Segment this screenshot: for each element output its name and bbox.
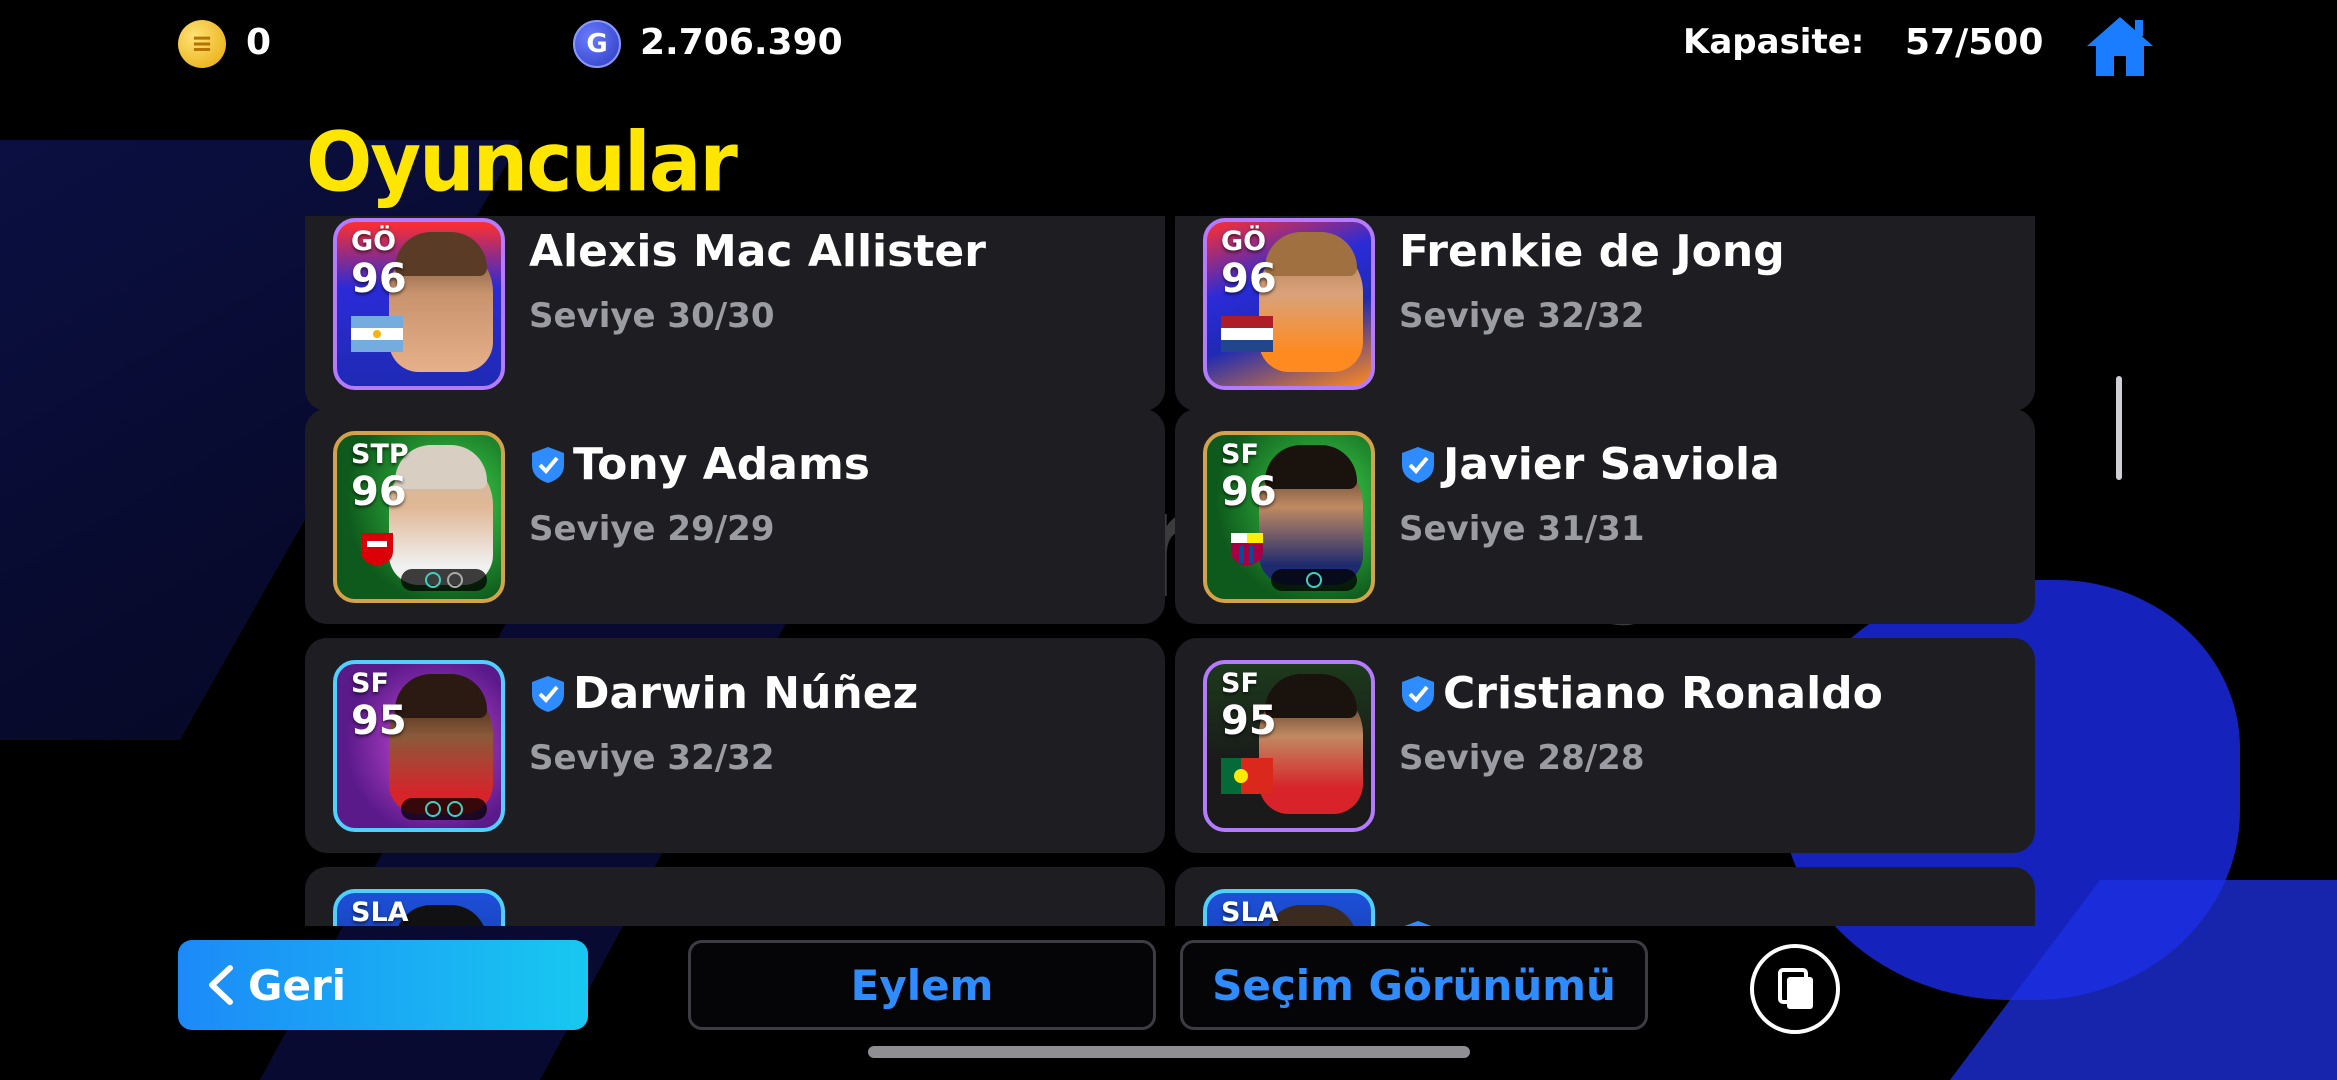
verified-shield-icon	[532, 675, 564, 712]
player-card[interactable]: GÖ 96 Frenkie de Jong Seviye 32/32	[1175, 216, 2035, 411]
scrollbar[interactable]	[2116, 376, 2122, 480]
chevron-left-icon	[209, 965, 233, 1005]
player-name-text: Alexis Mac Allister	[529, 226, 986, 277]
player-card[interactable]: SLA	[305, 867, 1165, 926]
player-hair	[395, 232, 487, 276]
argentina-flag-icon	[351, 316, 403, 352]
player-card[interactable]: SF 96 Javier Saviola Seviye 31/31	[1175, 409, 2035, 624]
player-hair	[1265, 674, 1357, 718]
selection-view-button-label: Seçim Görünümü	[1212, 960, 1616, 1010]
badge-icon	[425, 572, 441, 588]
player-name-text: Javier Saviola	[1443, 439, 1780, 490]
skill-badges	[401, 569, 487, 591]
player-avatar: GÖ 96	[1203, 218, 1375, 390]
player-position: SLA	[1221, 897, 1279, 926]
back-button[interactable]: Geri	[178, 940, 588, 1030]
back-button-label: Geri	[248, 960, 347, 1010]
player-rating: 96	[351, 256, 407, 302]
player-avatar: GÖ 96	[333, 218, 505, 390]
verified-shield-icon	[532, 446, 564, 483]
player-name-text: Darwin Núñez	[573, 668, 919, 719]
player-name-text: Frenkie de Jong	[1399, 226, 1785, 277]
player-rating: 96	[1221, 256, 1277, 302]
player-level: Seviye 30/30	[529, 296, 775, 336]
player-name-text: Tony Adams	[573, 439, 870, 490]
portugal-flag-icon	[1221, 758, 1273, 794]
player-name: Javier Saviola	[1399, 439, 1780, 490]
gp-symbol: G	[586, 29, 608, 59]
player-list[interactable]: GÖ 96 Alexis Mac Allister Seviye 30/30 GÖ…	[300, 216, 2040, 926]
player-avatar: SF 95	[1203, 660, 1375, 832]
player-position: SLA	[351, 897, 409, 926]
player-rating: 95	[1221, 698, 1277, 744]
player-level: Seviye 32/32	[1399, 296, 1645, 336]
player-level: Seviye 31/31	[1399, 509, 1645, 549]
player-card[interactable]: SF 95 Darwin Núñez Seviye 32/32	[305, 638, 1165, 853]
gp-icon: G	[573, 20, 621, 68]
player-rating: 95	[351, 698, 407, 744]
player-position: SF	[1221, 668, 1259, 699]
player-position: STP	[351, 439, 409, 470]
player-hair	[1265, 445, 1357, 489]
player-hair	[1265, 232, 1357, 276]
capacity-label: Kapasite:	[1683, 22, 1865, 62]
skill-badges	[401, 798, 487, 820]
player-position: GÖ	[351, 226, 397, 257]
home-indicator[interactable]	[868, 1046, 1470, 1058]
capacity-value: 57/500	[1905, 22, 2044, 63]
badge-icon	[1306, 572, 1322, 588]
player-card[interactable]: SLA	[1175, 867, 2035, 926]
player-card[interactable]: SF 95 Cristiano Ronaldo Seviye 28/28	[1175, 638, 2035, 853]
player-rating: 96	[351, 469, 407, 515]
page-title: Oyuncular	[306, 115, 738, 211]
badge-icon	[447, 801, 463, 817]
club-crest-icon	[1231, 533, 1263, 566]
action-button-label: Eylem	[850, 960, 994, 1010]
gp-balance: 2.706.390	[640, 22, 843, 63]
skill-badges	[1271, 569, 1357, 591]
verified-shield-icon	[1402, 446, 1434, 483]
player-name: Tony Adams	[529, 439, 870, 490]
player-level: Seviye 32/32	[529, 738, 775, 778]
copy-button[interactable]	[1750, 944, 1840, 1034]
home-icon[interactable]	[2085, 14, 2155, 78]
player-level: Seviye 29/29	[529, 509, 775, 549]
player-name: Cristiano Ronaldo	[1399, 668, 1883, 719]
copy-icon	[1778, 968, 1813, 1009]
player-avatar: SF 96	[1203, 431, 1375, 603]
player-avatar: SF 95	[333, 660, 505, 832]
player-avatar: SLA	[1203, 889, 1375, 926]
coin-icon: ≡	[178, 20, 226, 68]
action-button[interactable]: Eylem	[688, 940, 1156, 1030]
verified-shield-icon	[1404, 921, 1432, 926]
player-name: Alexis Mac Allister	[529, 226, 986, 277]
player-name-text: Cristiano Ronaldo	[1443, 668, 1883, 719]
player-card[interactable]: STP 96 Tony Adams Seviye 29/29	[305, 409, 1165, 624]
player-name: Darwin Núñez	[529, 668, 918, 719]
player-position: GÖ	[1221, 226, 1267, 257]
player-name: Frenkie de Jong	[1399, 226, 1785, 277]
coin-balance: 0	[246, 22, 272, 63]
player-position: SF	[1221, 439, 1259, 470]
player-position: SF	[351, 668, 389, 699]
netherlands-flag-icon	[1221, 316, 1273, 352]
player-card[interactable]: GÖ 96 Alexis Mac Allister Seviye 30/30	[305, 216, 1165, 411]
player-hair	[395, 674, 487, 718]
verified-shield-icon	[1402, 675, 1434, 712]
club-crest-icon	[361, 533, 393, 566]
player-avatar: STP 96	[333, 431, 505, 603]
player-level: Seviye 28/28	[1399, 738, 1645, 778]
badge-icon	[425, 801, 441, 817]
player-rating: 96	[1221, 469, 1277, 515]
player-avatar: SLA	[333, 889, 505, 926]
selection-view-button[interactable]: Seçim Görünümü	[1180, 940, 1648, 1030]
badge-icon	[447, 572, 463, 588]
